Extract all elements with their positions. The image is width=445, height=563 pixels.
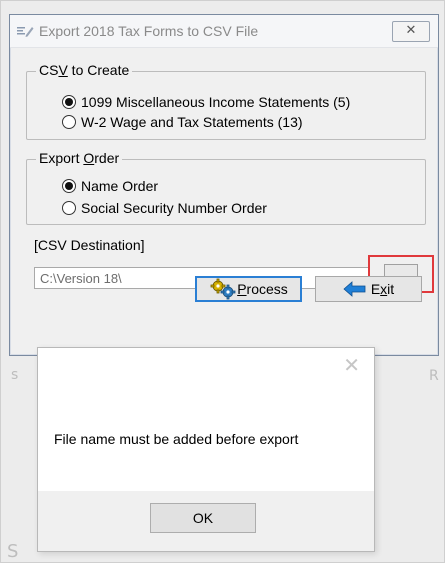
- radio-unselected-icon[interactable]: [62, 201, 76, 215]
- window-close-button[interactable]: ✕: [392, 21, 430, 42]
- ok-button[interactable]: OK: [150, 503, 256, 533]
- label-part: it: [387, 281, 395, 297]
- dialog-body: File name must be added before export: [38, 386, 374, 491]
- radio-label: Social Security Number Order: [81, 200, 267, 216]
- label-part: Export: [39, 150, 84, 166]
- dialog-footer: OK: [38, 491, 374, 551]
- message-dialog: ✕ File name must be added before export …: [37, 347, 375, 552]
- dialog-close-icon[interactable]: ✕: [343, 353, 360, 377]
- radio-label: 1099 Miscellaneous Income Statements (5): [81, 94, 351, 110]
- label-part: E: [370, 281, 381, 297]
- label-mnemonic: O: [83, 150, 95, 166]
- radio-label: W-2 Wage and Tax Statements (13): [81, 114, 303, 130]
- label-part: CS: [39, 62, 59, 78]
- window-title: Export 2018 Tax Forms to CSV File: [39, 23, 259, 39]
- group-label-order: Export Order: [36, 150, 123, 166]
- label-part: rocess: [246, 281, 288, 297]
- radio-selected-icon[interactable]: [62, 95, 76, 109]
- radio-label: Name Order: [81, 178, 159, 194]
- background-fragment: R: [429, 368, 439, 384]
- group-label-csv: CSV to Create: [36, 62, 133, 78]
- label-mnemonic: P: [237, 281, 247, 297]
- exit-button[interactable]: Exit: [315, 276, 422, 302]
- close-icon: ✕: [405, 23, 417, 38]
- exit-label: Exit: [371, 281, 394, 297]
- radio-ssn-order[interactable]: Social Security Number Order: [62, 198, 267, 218]
- arrow-left-icon: [343, 281, 366, 297]
- edit-form-icon: [17, 27, 34, 37]
- label-part: to Create: [67, 62, 130, 78]
- csv-destination-label: [CSV Destination]: [34, 237, 145, 253]
- process-label: Process: [237, 281, 288, 297]
- radio-1099-misc[interactable]: 1099 Miscellaneous Income Statements (5): [62, 92, 350, 112]
- export-window: Export 2018 Tax Forms to CSV File ✕ CSV …: [9, 14, 439, 356]
- radio-w2[interactable]: W-2 Wage and Tax Statements (13): [62, 112, 303, 132]
- radio-unselected-icon[interactable]: [62, 115, 76, 129]
- label-mnemonic: V: [58, 62, 68, 78]
- dialog-message: File name must be added before export: [54, 431, 299, 447]
- background-fragment: s: [11, 367, 19, 383]
- radio-selected-icon[interactable]: [62, 179, 76, 193]
- process-button[interactable]: Process: [195, 276, 302, 302]
- label-part: rder: [94, 150, 120, 166]
- background-fragment: S: [7, 541, 19, 562]
- screenshot-frame: s R S Export 2018 Tax Forms to CSV File …: [0, 0, 445, 563]
- radio-name-order[interactable]: Name Order: [62, 176, 158, 196]
- title-bar[interactable]: Export 2018 Tax Forms to CSV File ✕: [10, 15, 438, 48]
